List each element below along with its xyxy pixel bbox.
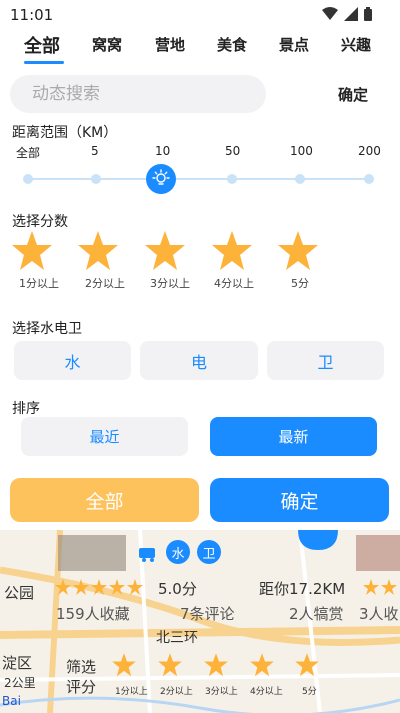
- star-icon[interactable]: [143, 229, 187, 273]
- rating-stars-partial: [363, 579, 397, 595]
- tab-all[interactable]: 全部: [24, 32, 60, 58]
- distance-tick: 100: [290, 144, 313, 158]
- tab-camp[interactable]: 营地: [155, 34, 185, 55]
- listing-collect-partial: 3人收: [359, 605, 399, 623]
- status-time: 11:01: [10, 6, 54, 24]
- listing-rating: 5.0分: [158, 580, 197, 598]
- score-option-label: 2分以上: [85, 277, 125, 290]
- filter-star-icon: [295, 653, 319, 677]
- distance-slider-stop[interactable]: [23, 174, 33, 184]
- listing-collect-count: 159人收藏: [56, 605, 130, 623]
- status-bar: 11:01: [0, 0, 400, 30]
- listing-reward-count: 2人犒赏: [289, 605, 344, 623]
- tab-scenic[interactable]: 景点: [279, 34, 309, 55]
- toilet-badge: 卫: [197, 540, 221, 564]
- water-badge: 水: [166, 540, 190, 564]
- map-scale-label: 2公里: [4, 676, 36, 690]
- distance-tick: 200: [358, 144, 381, 158]
- filter-star-label: 5分: [302, 687, 317, 697]
- category-tabs: 全部 窝窝 营地 美食 景点 兴趣: [0, 30, 400, 66]
- star-icon[interactable]: [276, 229, 320, 273]
- tab-food[interactable]: 美食: [217, 34, 247, 55]
- listing-distance: 距你17.2KM: [259, 580, 346, 598]
- toilet-badge-label: 卫: [202, 546, 216, 562]
- listing-comment-count: 7条评论: [180, 605, 235, 623]
- location-marker-icon: [298, 530, 338, 550]
- distance-tick: 5: [91, 144, 99, 158]
- distance-title: 距离范围（KM）: [12, 125, 118, 141]
- distance-slider-thumb[interactable]: [146, 164, 176, 194]
- filter-star-icon: [250, 653, 274, 677]
- status-icons: [322, 7, 372, 21]
- distance-tick: 50: [225, 144, 241, 158]
- utilities-title: 选择水电卫: [12, 321, 82, 337]
- score-option-label: 1分以上: [19, 277, 59, 290]
- score-option-label: 5分: [291, 277, 309, 290]
- score-option-label: 4分以上: [214, 277, 254, 290]
- wifi-icon: [322, 7, 338, 20]
- map-place-label: 公园: [4, 584, 35, 602]
- show-all-button[interactable]: 全部: [10, 478, 199, 522]
- filter-star-label: 3分以上: [205, 687, 238, 697]
- search-input[interactable]: [32, 75, 252, 113]
- star-icon[interactable]: [10, 229, 54, 273]
- filter-star-icon: [204, 653, 228, 677]
- map-road-label: 北三环: [156, 630, 198, 646]
- battery-icon: [364, 7, 372, 21]
- camper-icon: [139, 548, 155, 562]
- electricity-option-button[interactable]: 电: [140, 341, 258, 380]
- distance-slider-stop[interactable]: [295, 174, 305, 184]
- filter-star-label: 4分以上: [250, 687, 283, 697]
- distance-slider-stop[interactable]: [227, 174, 237, 184]
- tab-wowo[interactable]: 窝窝: [92, 34, 122, 55]
- filter-star-label: 1分以上: [115, 687, 148, 697]
- search-confirm-button[interactable]: 确定: [338, 84, 368, 105]
- distance-slider-stop[interactable]: [91, 174, 101, 184]
- sort-title: 排序: [12, 401, 40, 417]
- filter-label: 评分: [66, 678, 97, 696]
- distance-slider-track[interactable]: [28, 178, 368, 180]
- star-icon[interactable]: [76, 229, 120, 273]
- water-badge-label: 水: [171, 546, 185, 562]
- score-title: 选择分数: [12, 214, 68, 230]
- star-icon[interactable]: [210, 229, 254, 273]
- filter-label: 筛选: [66, 658, 97, 676]
- search-box: [10, 75, 266, 113]
- map-place-label: 淀区: [2, 654, 33, 672]
- filter-star-label: 2分以上: [160, 687, 193, 697]
- water-option-button[interactable]: 水: [14, 341, 131, 380]
- sort-nearest-button[interactable]: 最近: [21, 417, 188, 456]
- distance-tick: 全部: [16, 146, 41, 160]
- tab-interest[interactable]: 兴趣: [341, 34, 371, 55]
- rating-stars: [55, 579, 143, 595]
- lightbulb-icon: [152, 169, 170, 185]
- toilet-option-button[interactable]: 卫: [267, 341, 384, 380]
- filter-star-icon: [158, 653, 182, 677]
- confirm-button[interactable]: 确定: [210, 478, 389, 522]
- signal-icon: [344, 7, 358, 21]
- filter-star-icon: [112, 653, 136, 677]
- score-option-label: 3分以上: [150, 277, 190, 290]
- active-tab-indicator: [24, 61, 64, 64]
- sort-newest-button[interactable]: 最新: [210, 417, 377, 456]
- background-map[interactable]: 水 卫 5.0分 距你17.2KM 159人收藏 7条评论 2人犒赏 3人收 北…: [0, 530, 400, 713]
- distance-tick: 10: [155, 144, 171, 158]
- baidu-logo: Bai: [2, 694, 21, 708]
- distance-slider-stop[interactable]: [364, 174, 374, 184]
